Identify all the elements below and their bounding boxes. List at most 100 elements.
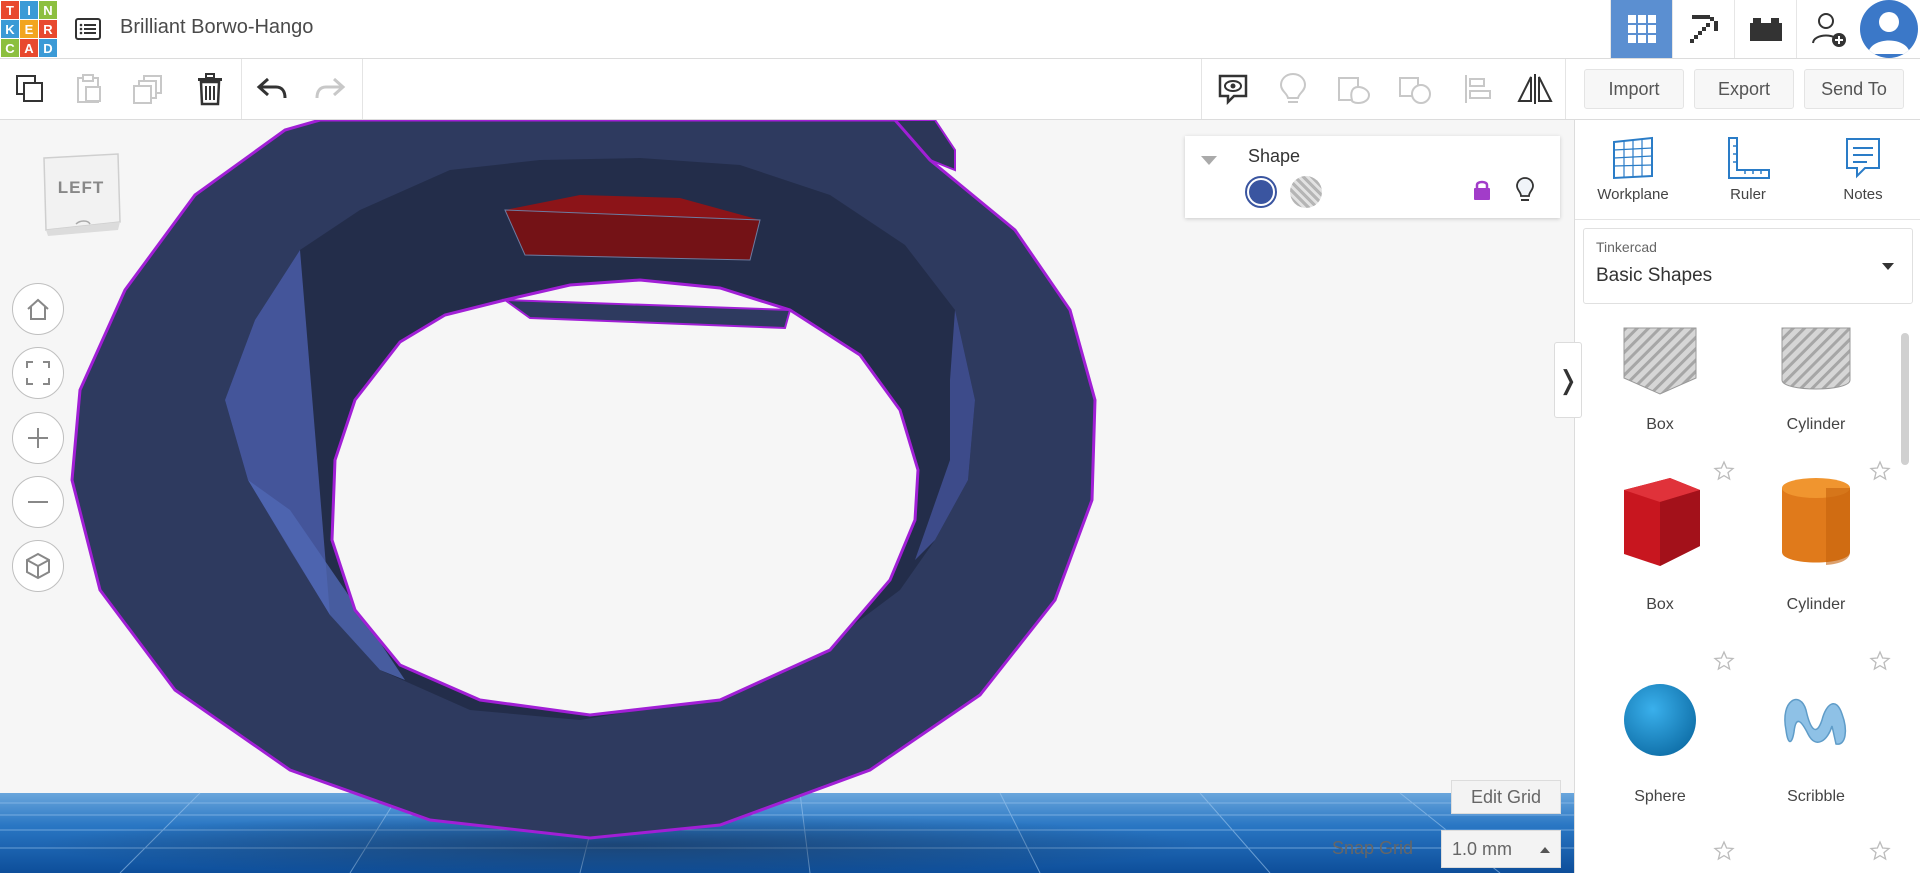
shapes-grid: Box Cylinder Box Cylinder Sphere Scribbl… xyxy=(1575,318,1920,873)
torus-shape[interactable] xyxy=(70,120,1097,840)
shape-cylinder-hole[interactable]: Cylinder xyxy=(1751,318,1881,448)
snap-grid-value: 1.0 mm xyxy=(1452,838,1513,859)
fit-view-button[interactable] xyxy=(12,347,64,399)
list-icon xyxy=(75,18,101,40)
redo-button[interactable] xyxy=(310,69,350,109)
export-button[interactable]: Export xyxy=(1694,69,1794,109)
shape-box[interactable]: Box xyxy=(1595,468,1725,628)
undo-icon xyxy=(256,77,287,99)
shape-name: Cylinder xyxy=(1786,416,1846,433)
plus-icon xyxy=(28,428,48,448)
top-header: T I N K E R C A D Brilliant Borwo-Hango xyxy=(0,0,1920,59)
scribble-icon xyxy=(1784,698,1847,745)
shape-sphere[interactable]: Sphere xyxy=(1595,660,1725,820)
shape-box-hole[interactable]: Box xyxy=(1595,318,1725,448)
minus-icon xyxy=(28,501,48,503)
align-button[interactable] xyxy=(1457,69,1497,109)
shape-cylinder[interactable]: Cylinder xyxy=(1751,468,1881,628)
top-right-controls xyxy=(1610,0,1920,58)
design-title[interactable]: Brilliant Borwo-Hango xyxy=(120,16,313,39)
collapse-sidebar-button[interactable]: ❭ xyxy=(1554,342,1582,418)
chevron-up-icon xyxy=(1540,847,1550,853)
mirror-icon xyxy=(1517,74,1553,104)
favorite-star-icon[interactable] xyxy=(1713,840,1735,862)
pickaxe-icon xyxy=(1689,15,1718,43)
grid-icon xyxy=(1627,15,1656,43)
align-icon xyxy=(1465,75,1491,103)
snap-grid-select[interactable]: 1.0 mm xyxy=(1441,830,1561,868)
cylinder-hole-icon xyxy=(1781,327,1851,390)
undo-button[interactable] xyxy=(252,69,292,109)
workplane-tool-button[interactable]: Workplane xyxy=(1583,136,1683,216)
shape-panel-title: Shape xyxy=(1248,146,1301,166)
sphere-icon xyxy=(1624,684,1696,756)
copy-button[interactable] xyxy=(10,69,50,109)
import-button[interactable]: Import xyxy=(1584,69,1684,109)
favorite-star-icon[interactable] xyxy=(1869,840,1891,862)
minecraft-view-button[interactable] xyxy=(1672,0,1734,58)
logo-letter: A xyxy=(20,39,38,57)
chevron-down-icon xyxy=(1882,263,1894,270)
ruler-icon xyxy=(1728,137,1770,179)
3d-workplane-viewport[interactable]: LEFT Shape Edit Grid Snap Grid 1.0 mm xyxy=(0,120,1574,873)
shapes-scrollbar[interactable] xyxy=(1901,333,1909,465)
group-button[interactable] xyxy=(1334,69,1374,109)
brick-icon xyxy=(1749,18,1782,41)
zoom-out-button[interactable] xyxy=(12,476,64,528)
user-avatar[interactable] xyxy=(1858,0,1920,58)
ruler-tool-button[interactable]: Ruler xyxy=(1698,136,1798,216)
shape-name: Scribble xyxy=(1787,788,1845,805)
lightbulb-icon xyxy=(1516,177,1534,201)
toolbar-divider xyxy=(1565,59,1566,119)
add-user-button[interactable] xyxy=(1796,0,1858,58)
ungroup-button[interactable] xyxy=(1395,69,1435,109)
show-all-button[interactable] xyxy=(1273,69,1313,109)
workplane-icon xyxy=(1613,136,1653,180)
hole-button[interactable] xyxy=(1290,176,1322,208)
paste-button[interactable] xyxy=(68,69,108,109)
duplicate-button[interactable] xyxy=(128,69,168,109)
notes-tool-button[interactable]: Notes xyxy=(1813,136,1913,216)
mirror-button[interactable] xyxy=(1515,69,1555,109)
notes-toggle-button[interactable] xyxy=(1213,69,1253,109)
sidebar-tools: Workplane Ruler Notes xyxy=(1575,120,1920,220)
toolbar-divider xyxy=(362,59,363,119)
add-user-icon xyxy=(1811,13,1846,47)
copy-icon xyxy=(16,75,43,102)
avatar-icon xyxy=(1860,0,1918,58)
box-icon xyxy=(1624,478,1700,566)
snap-grid-label: Snap Grid xyxy=(1332,838,1414,858)
view-cube[interactable]: LEFT xyxy=(40,150,122,236)
3d-design-view-button[interactable] xyxy=(1610,0,1672,58)
bricks-view-button[interactable] xyxy=(1734,0,1796,58)
design-list-button[interactable] xyxy=(72,13,104,45)
shape-name: Sphere xyxy=(1634,788,1686,805)
3d-scene[interactable] xyxy=(0,120,1574,873)
hide-shape-button[interactable] xyxy=(1515,176,1535,209)
solid-color-button[interactable] xyxy=(1245,176,1277,208)
shape-library-select[interactable]: Tinkercad Basic Shapes xyxy=(1583,228,1913,304)
toolbar-divider xyxy=(241,59,242,119)
duplicate-icon xyxy=(133,75,162,104)
group-icon xyxy=(1338,77,1371,105)
shape-name: Box xyxy=(1646,596,1674,613)
lightbulb-icon xyxy=(1279,72,1307,103)
edit-grid-button[interactable]: Edit Grid xyxy=(1451,780,1561,814)
paste-icon xyxy=(77,74,101,103)
cylinder-icon xyxy=(1782,478,1850,565)
zoom-in-button[interactable] xyxy=(12,412,64,464)
shape-name: Box xyxy=(1646,416,1674,433)
delete-button[interactable] xyxy=(190,69,230,109)
shape-scribble[interactable]: Scribble xyxy=(1751,660,1881,820)
tinkercad-logo[interactable]: T I N K E R C A D xyxy=(0,0,57,57)
shape-name: Cylinder xyxy=(1786,596,1846,613)
send-to-button[interactable]: Send To xyxy=(1804,69,1904,109)
lock-button[interactable] xyxy=(1471,178,1493,207)
home-view-button[interactable] xyxy=(12,283,64,335)
ortho-view-button[interactable] xyxy=(12,540,64,592)
logo-letter: N xyxy=(39,1,57,19)
logo-letter: I xyxy=(20,1,38,19)
shapes-sidebar: Workplane Ruler Notes Tinkercad Basic Sh… xyxy=(1574,120,1920,873)
collapse-panel-icon[interactable] xyxy=(1201,156,1217,165)
lock-icon xyxy=(1474,180,1490,200)
